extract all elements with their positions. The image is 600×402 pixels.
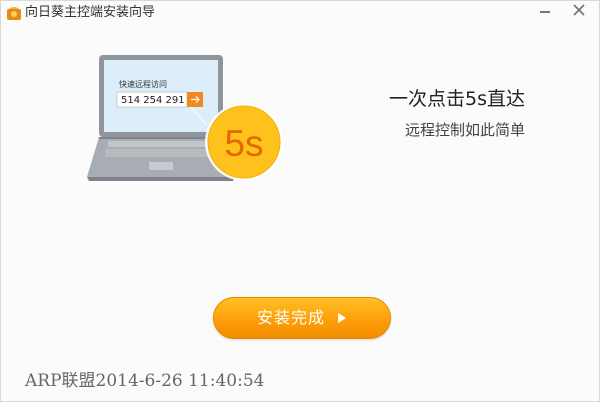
close-button[interactable] xyxy=(565,1,593,19)
minimize-button[interactable] xyxy=(531,1,559,19)
minimize-icon xyxy=(540,11,550,13)
sunflower-app-icon xyxy=(6,5,22,21)
watermark-text: ARP联盟2014-6-26 11:40:54 xyxy=(25,371,265,391)
badge-text: 5s xyxy=(224,123,263,164)
play-triangle-icon xyxy=(338,313,346,323)
title-bar[interactable]: 向日葵主控端安装向导 xyxy=(1,1,599,25)
laptop-illustration: 快速远程访问 514 254 291 5s xyxy=(87,55,283,181)
laptop-screen-label: 快速远程访问 xyxy=(119,79,167,89)
laptop-code: 514 254 291 xyxy=(121,95,185,106)
promo-subline: 远程控制如此简单 xyxy=(404,121,525,139)
installer-window: 向日葵主控端安装向导 快速远程访问 514 254 291 5s 一次点击5s直… xyxy=(0,0,600,402)
close-icon xyxy=(573,4,585,16)
window-title: 向日葵主控端安装向导 xyxy=(25,5,156,20)
install-complete-label: 安装完成 xyxy=(256,308,325,327)
install-complete-button[interactable]: 安装完成 xyxy=(213,297,391,339)
laptop-touchpad xyxy=(149,162,173,170)
promo-headline: 一次点击5s直达 xyxy=(389,88,525,110)
